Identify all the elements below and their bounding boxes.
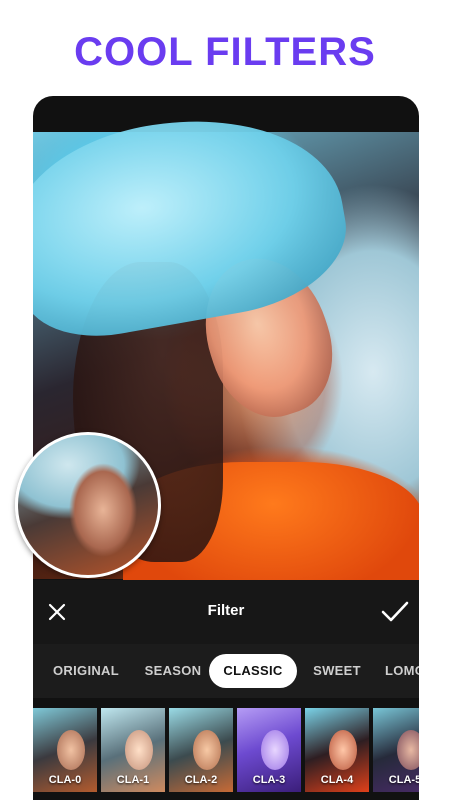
toolbar-title: Filter — [207, 602, 245, 619]
headline: COOL FILTERS — [74, 30, 376, 74]
filter-thumb-cla-1[interactable]: CLA-1 — [101, 708, 165, 792]
filter-thumbnail-strip: CLA-0 CLA-1 CLA-2 CLA-3 CLA-4 CLA-5 — [33, 698, 419, 800]
original-photo-thumbnail — [15, 432, 161, 578]
filter-toolbar: Filter — [33, 580, 419, 644]
filter-thumb-cla-3[interactable]: CLA-3 — [237, 708, 301, 792]
filter-thumb-cla-5[interactable]: CLA-5 — [373, 708, 419, 792]
filter-category-tabs: ORIGINAL SEASON CLASSIC SWEET LOMO — [33, 644, 419, 698]
filter-label: CLA-1 — [116, 774, 150, 786]
check-icon — [381, 601, 409, 622]
tab-lomo[interactable]: LOMO — [385, 654, 419, 688]
tab-sweet[interactable]: SWEET — [305, 654, 369, 688]
filter-label: CLA-2 — [184, 774, 218, 786]
tab-season[interactable]: SEASON — [133, 654, 213, 688]
filter-thumb-cla-2[interactable]: CLA-2 — [169, 708, 233, 792]
tab-original[interactable]: ORIGINAL — [41, 654, 131, 688]
filter-thumb-cla-0[interactable]: CLA-0 — [33, 708, 97, 792]
filter-label: CLA-3 — [252, 774, 286, 786]
filter-label: CLA-0 — [48, 774, 82, 786]
confirm-button[interactable] — [377, 594, 413, 630]
filter-label: CLA-5 — [388, 774, 419, 786]
filter-label: CLA-4 — [320, 774, 354, 786]
filter-thumb-cla-4[interactable]: CLA-4 — [305, 708, 369, 792]
tab-classic[interactable]: CLASSIC — [209, 654, 297, 688]
